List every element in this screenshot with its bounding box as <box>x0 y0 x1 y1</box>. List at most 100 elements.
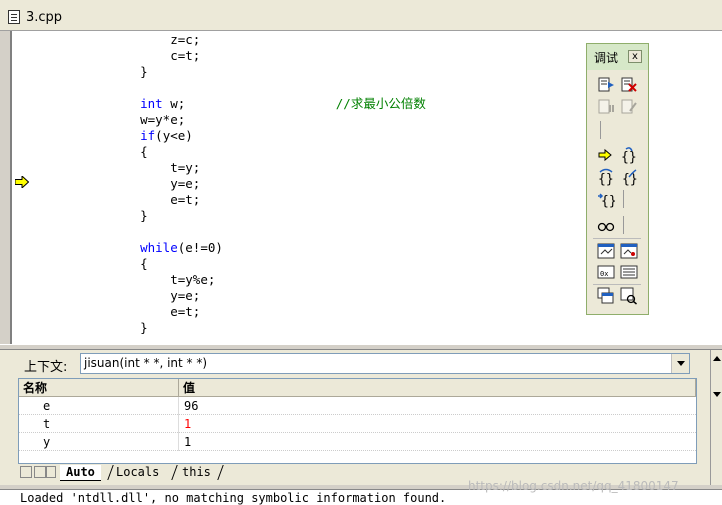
step-over-button[interactable]: {} <box>597 168 615 187</box>
tab-scroll-left-button[interactable] <box>20 466 32 478</box>
variable-value[interactable]: 1 <box>184 433 191 451</box>
code-line[interactable]: } <box>110 64 148 80</box>
editor-gutter[interactable] <box>12 31 32 344</box>
column-header-name[interactable]: 名称 <box>19 379 179 397</box>
svg-text:{}: {} <box>598 172 614 186</box>
variable-row[interactable]: t1 <box>19 415 696 433</box>
restart-debug-button[interactable] <box>597 76 615 94</box>
code-text: (y<e) <box>155 128 193 143</box>
memory-window-button[interactable] <box>620 263 638 281</box>
stop-debugging-button[interactable] <box>620 76 638 94</box>
apply-code-changes-button[interactable] <box>620 98 638 116</box>
chevron-down-icon <box>676 361 685 366</box>
variable-row[interactable]: e 96 <box>19 397 696 415</box>
column-divider <box>178 433 179 451</box>
code-line[interactable]: w=y*e; <box>110 112 185 128</box>
scroll-up-icon[interactable] <box>713 356 721 361</box>
variable-name: y <box>43 435 51 449</box>
code-line[interactable]: { <box>110 256 148 272</box>
file-tab[interactable]: 3.cpp <box>8 6 62 28</box>
tab-this[interactable]: this <box>176 465 217 480</box>
tab-auto[interactable]: Auto <box>60 465 101 481</box>
variable-value[interactable]: 96 <box>184 397 198 415</box>
toolbar-separator <box>623 190 624 208</box>
call-stack-icon <box>597 287 614 304</box>
variable-value[interactable]: 1 <box>184 415 191 433</box>
step-into-icon: {} <box>621 147 637 165</box>
step-into-button[interactable]: {} <box>620 146 638 165</box>
file-tab-title: 3.cpp <box>26 9 63 25</box>
code-line[interactable]: { <box>110 144 148 160</box>
cpp-file-icon <box>8 10 20 24</box>
show-next-statement-button[interactable] <box>597 146 615 164</box>
code-text: e=t; <box>170 192 201 207</box>
stop-debug-icon <box>621 77 637 92</box>
code-line[interactable]: y=e; <box>110 288 200 304</box>
toolbar-divider <box>593 284 641 285</box>
debug-toolbar-header[interactable]: 调试 x <box>587 44 648 70</box>
watch-window-icon <box>597 243 615 259</box>
output-text: Loaded 'ntdll.dll', no matching symbolic… <box>20 491 447 505</box>
scroll-down-icon[interactable] <box>713 392 721 397</box>
code-text: c=t; <box>170 48 201 63</box>
quick-watch-button[interactable] <box>597 216 615 234</box>
run-to-cursor-icon: {} <box>598 193 617 209</box>
code-keyword: if <box>140 128 156 143</box>
disassembly-button[interactable] <box>620 287 638 305</box>
code-text: e=t; <box>170 304 201 319</box>
tab-scroll-right-button[interactable] <box>34 466 46 478</box>
svg-text:{}: {} <box>622 172 638 186</box>
code-line[interactable]: } <box>110 320 148 336</box>
column-header-value[interactable]: 值 <box>179 379 696 397</box>
code-text: (e!=0) <box>177 240 223 255</box>
code-keyword: int <box>140 96 163 111</box>
variables-window-icon <box>620 243 638 259</box>
code-text: y=e; <box>170 288 201 303</box>
debug-toolbar-close-button[interactable]: x <box>628 50 642 63</box>
variables-grid[interactable]: 名称 值 e 96 t 1 y 1 <box>18 378 697 464</box>
registers-icon: 0x <box>597 265 615 279</box>
variables-window-button[interactable] <box>620 242 638 260</box>
column-divider <box>178 397 179 415</box>
code-line[interactable]: z=c; <box>110 32 200 48</box>
debug-toolbar-title: 调试 <box>594 51 619 65</box>
context-label: 上下文: <box>24 360 68 375</box>
tab-locals[interactable]: Locals <box>110 465 165 480</box>
code-line[interactable]: t=y; <box>110 160 200 176</box>
step-over-icon: {} <box>598 168 614 187</box>
code-comment: //求最小公倍数 <box>185 96 426 111</box>
code-line[interactable]: int w; //求最小公倍数 <box>110 96 426 112</box>
code-line[interactable]: e=t; <box>110 304 200 320</box>
code-line[interactable]: if(y<e) <box>110 128 193 144</box>
editor-title-bar: 3.cpp <box>0 0 722 31</box>
dropdown-arrow-button[interactable] <box>671 354 689 373</box>
column-divider <box>178 415 179 433</box>
code-line[interactable]: t=y%e; <box>110 272 215 288</box>
watch-window-button[interactable] <box>597 242 615 260</box>
variable-row[interactable]: y1 <box>19 433 696 451</box>
code-text: { <box>140 144 148 159</box>
toolbar-divider <box>593 238 641 239</box>
call-stack-button[interactable] <box>597 287 615 305</box>
variable-name: e <box>43 399 51 413</box>
apply-changes-icon <box>621 99 637 114</box>
code-line[interactable]: y=e; <box>110 176 200 192</box>
break-execution-button[interactable] <box>597 98 615 116</box>
code-keyword: while <box>140 240 178 255</box>
watch-pane-edge[interactable] <box>710 350 722 485</box>
context-dropdown[interactable]: jisuan(int * *, int * *) <box>80 353 690 374</box>
code-line[interactable]: c=t; <box>110 48 200 64</box>
step-out-button[interactable]: {} <box>620 168 638 187</box>
code-line[interactable]: while(e!=0) <box>110 240 223 256</box>
code-line[interactable]: } <box>110 208 148 224</box>
variable-name: t <box>43 417 51 431</box>
svg-text:{}: {} <box>601 194 615 208</box>
run-to-cursor-button[interactable]: {} <box>597 190 617 209</box>
registers-window-button[interactable]: 0x <box>597 263 615 281</box>
debug-toolbar[interactable]: 调试 x {} {} {} {0x <box>586 43 649 315</box>
tab-scroll-end-button[interactable] <box>46 466 56 478</box>
code-line[interactable]: e=t; <box>110 192 200 208</box>
watermark: https://blog.csdn.net/qq_41800147 <box>468 479 679 493</box>
restart-icon <box>598 77 614 92</box>
code-text: w=y*e; <box>140 112 186 127</box>
